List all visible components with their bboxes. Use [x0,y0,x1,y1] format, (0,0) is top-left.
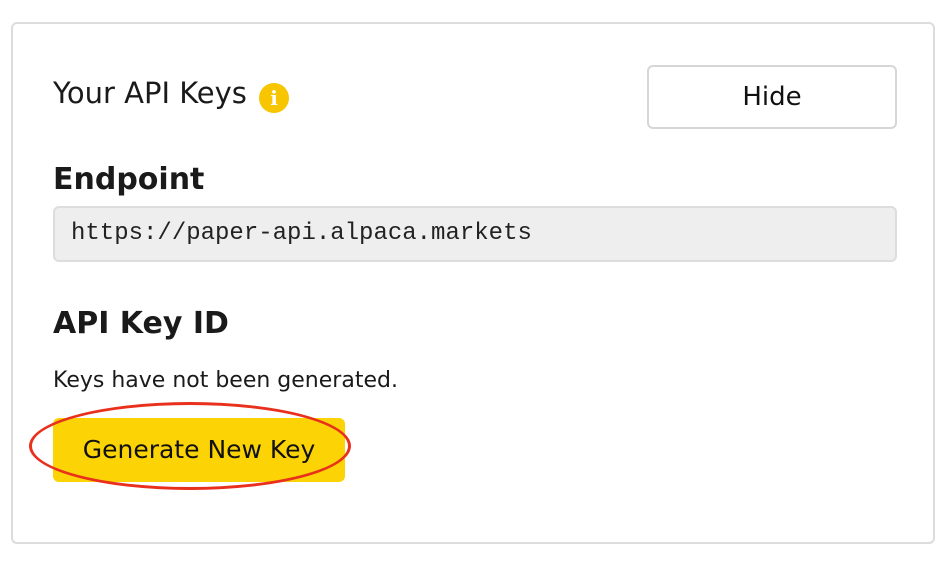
endpoint-field[interactable]: https://paper-api.alpaca.markets [53,206,897,262]
api-keys-card: Your API Keys i Hide Endpoint https://pa… [11,22,935,544]
info-icon[interactable]: i [259,83,289,113]
keys-status-text: Keys have not been generated. [53,368,398,393]
api-key-id-label: API Key ID [53,306,229,341]
hide-button[interactable]: Hide [647,65,897,129]
generate-new-key-button[interactable]: Generate New Key [53,418,345,482]
endpoint-label: Endpoint [53,162,205,197]
api-keys-title: Your API Keys [53,76,247,110]
